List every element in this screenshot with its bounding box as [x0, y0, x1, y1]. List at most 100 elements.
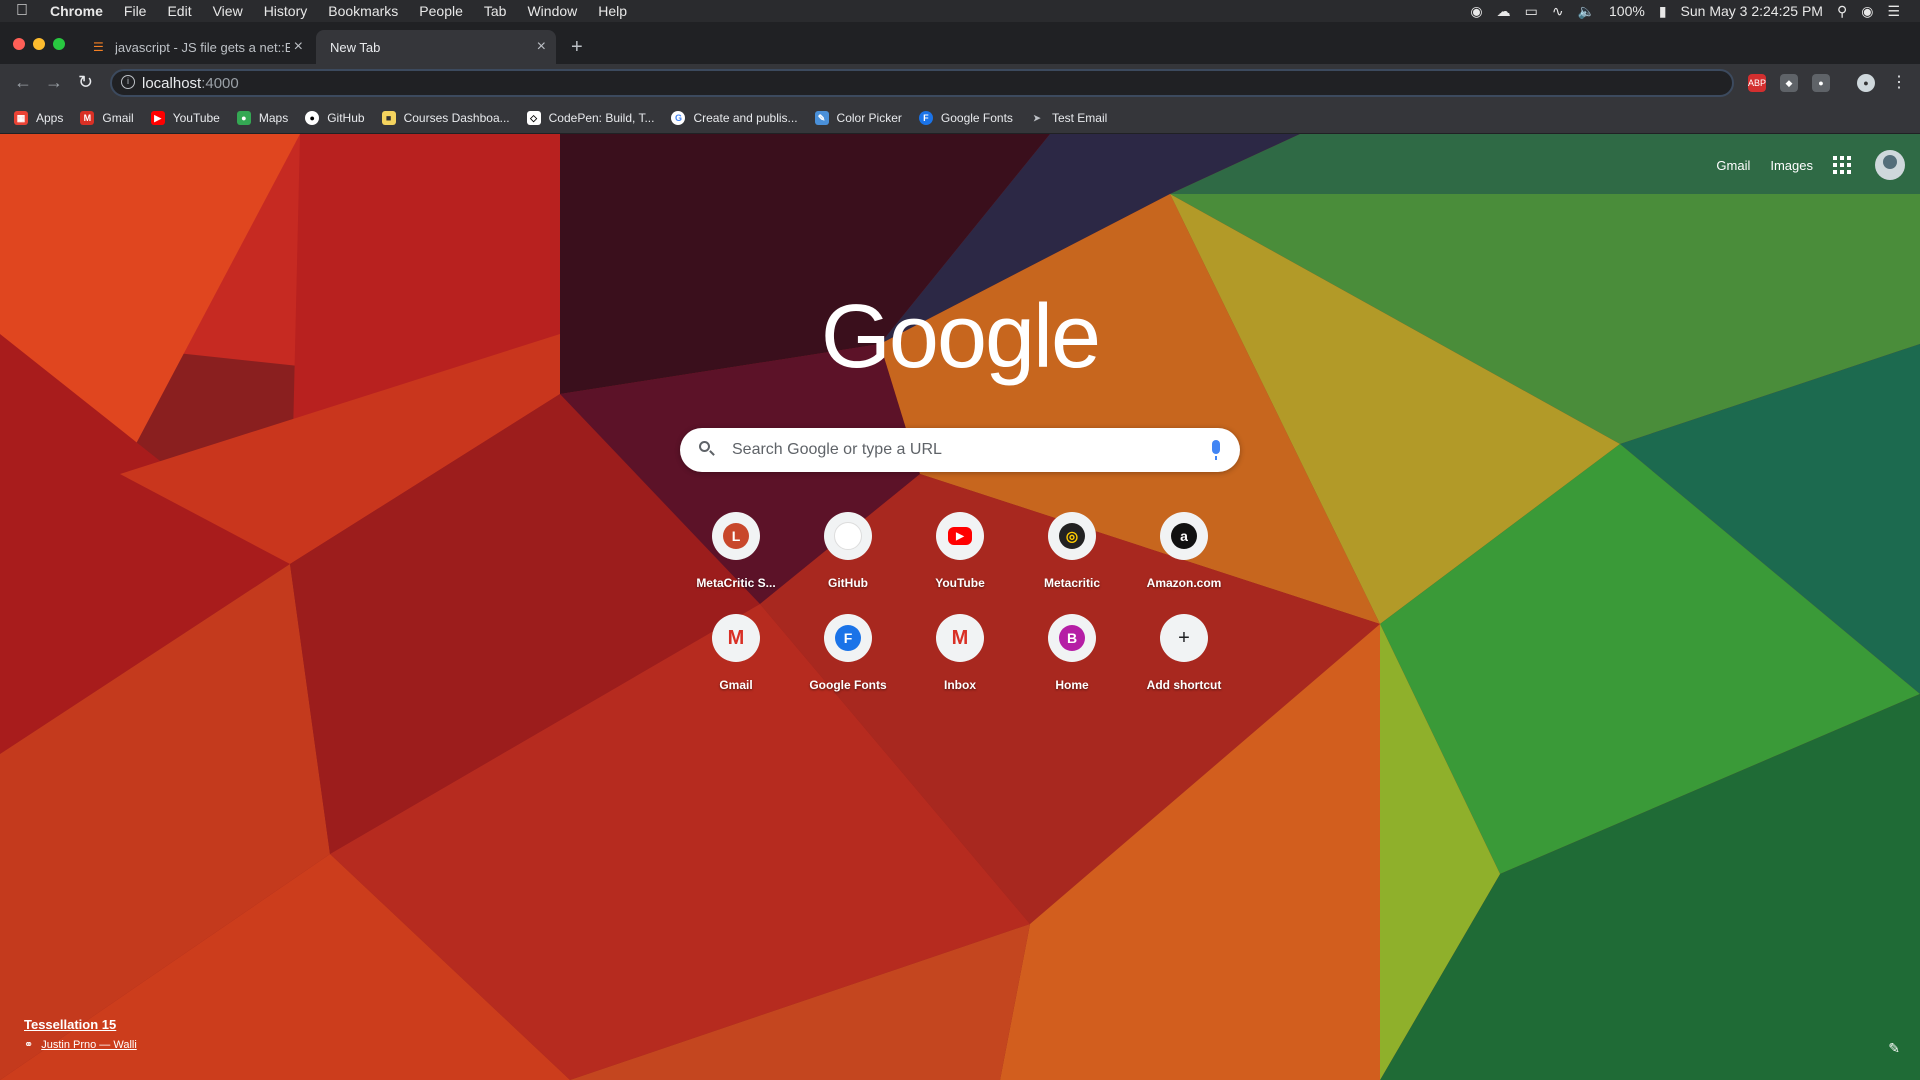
tab-close-icon[interactable]: ×: [537, 38, 546, 56]
shortcut-tile[interactable]: B Home: [1016, 614, 1128, 692]
spotlight-icon[interactable]: ⚲: [1837, 3, 1847, 20]
window-close-button[interactable]: [13, 38, 25, 50]
shortcut-tile[interactable]: ◎ Metacritic: [1016, 512, 1128, 590]
airplay-icon[interactable]: ▭: [1525, 3, 1538, 20]
siri-icon[interactable]: ◉: [1861, 3, 1873, 20]
menu-people[interactable]: People: [419, 3, 463, 19]
battery-percent[interactable]: 100%: [1609, 3, 1645, 19]
menu-view[interactable]: View: [213, 3, 243, 19]
github-icon: ●: [305, 110, 320, 125]
shortcut-tile[interactable]: a Amazon.com: [1128, 512, 1240, 590]
home-favicon-icon: B: [1059, 625, 1085, 651]
shortcut-tile[interactable]: ▶ YouTube: [904, 512, 1016, 590]
record-icon[interactable]: ◉: [1470, 3, 1482, 20]
tab-new-tab[interactable]: New Tab ×: [316, 30, 556, 64]
bookmark-label: Gmail: [102, 110, 134, 125]
tab-javascript[interactable]: ☰ javascript - JS file gets a net::E ×: [83, 30, 313, 64]
notification-center-icon[interactable]: ☰: [1887, 3, 1900, 20]
creative-cloud-icon[interactable]: ☁: [1497, 3, 1511, 20]
background-author-link[interactable]: Justin Prno — Walli: [41, 1039, 137, 1051]
courses-icon: ■: [381, 110, 396, 125]
google-apps-icon[interactable]: [1833, 156, 1851, 174]
metacritic-logo-icon: ◎: [1059, 523, 1085, 549]
bookmark-maps[interactable]: ● Maps: [236, 110, 289, 125]
url-host: localhost: [142, 74, 202, 92]
bookmark-label: Maps: [258, 110, 289, 125]
bookmark-apps[interactable]: ▦ Apps: [14, 110, 64, 125]
google-fonts-icon: F: [918, 110, 933, 125]
metacritic-favicon-icon: L: [723, 523, 749, 549]
tab-title: javascript - JS file gets a net::E: [115, 39, 290, 55]
adblock-plus-icon[interactable]: ABP: [1748, 74, 1766, 92]
github-favicon-icon: [834, 522, 862, 550]
reload-button[interactable]: ↻: [78, 72, 93, 93]
forward-button[interactable]: →: [45, 72, 63, 93]
menu-edit[interactable]: Edit: [167, 3, 191, 19]
shortcut-tile[interactable]: F Google Fonts: [792, 614, 904, 692]
menu-help[interactable]: Help: [598, 3, 627, 19]
clock[interactable]: Sun May 3 2:24:25 PM: [1681, 3, 1823, 19]
bookmark-label: Create and publis...: [693, 110, 798, 125]
menu-bookmarks[interactable]: Bookmarks: [328, 3, 398, 19]
codepen-icon: ◇: [526, 110, 541, 125]
test-email-icon: ➤: [1033, 112, 1041, 123]
customize-pencil-icon[interactable]: ✎: [1888, 1040, 1900, 1057]
bookmark-test-email[interactable]: ➤ Test Email: [1030, 111, 1107, 125]
menu-window[interactable]: Window: [527, 3, 577, 19]
maps-icon: ●: [236, 110, 251, 125]
shortcut-label: GitHub: [828, 576, 868, 590]
volume-icon[interactable]: 🔈: [1578, 3, 1595, 20]
gmail-icon: M: [80, 110, 95, 125]
background-title-link[interactable]: Tessellation 15: [24, 1017, 137, 1032]
images-link[interactable]: Images: [1770, 158, 1813, 173]
bookmark-create-publish[interactable]: G Create and publis...: [671, 110, 798, 125]
bookmark-youtube[interactable]: ▶ YouTube: [150, 110, 220, 125]
account-avatar[interactable]: [1875, 150, 1905, 180]
chrome-menu-icon[interactable]: ⋮: [1890, 74, 1908, 92]
tab-close-icon[interactable]: ×: [294, 38, 303, 56]
menu-tab[interactable]: Tab: [484, 3, 507, 19]
shortcut-tile[interactable]: M Inbox: [904, 614, 1016, 692]
link-icon: ⚭: [24, 1039, 34, 1051]
bookmark-codepen[interactable]: ◇ CodePen: Build, T...: [526, 110, 654, 125]
battery-icon[interactable]: ▮: [1659, 3, 1667, 20]
bookmark-courses[interactable]: ■ Courses Dashboa...: [381, 110, 510, 125]
apple-icon[interactable]: : [16, 2, 28, 20]
gmail-link[interactable]: Gmail: [1716, 158, 1750, 173]
microphone-icon[interactable]: [1212, 440, 1220, 460]
gmail-favicon-icon: M: [727, 626, 745, 649]
shortcut-label: YouTube: [935, 576, 985, 590]
google-fonts-favicon-icon: F: [835, 625, 861, 651]
shield-extension-icon[interactable]: ◆: [1780, 74, 1798, 92]
profile-avatar-icon[interactable]: ●: [1857, 74, 1875, 92]
shortcut-label: Inbox: [944, 678, 976, 692]
address-bar[interactable]: i localhost:4000: [110, 69, 1734, 97]
shortcut-tile[interactable]: M Gmail: [680, 614, 792, 692]
bitmoji-extension-icon[interactable]: ●: [1812, 74, 1830, 92]
shortcut-label: Metacritic: [1043, 576, 1101, 590]
window-zoom-button[interactable]: [53, 38, 65, 50]
back-button[interactable]: ←: [14, 72, 32, 93]
menu-app-name[interactable]: Chrome: [50, 3, 103, 19]
shortcut-tile[interactable]: GitHub: [792, 512, 904, 590]
search-box[interactable]: Search Google or type a URL: [680, 428, 1240, 472]
window-minimize-button[interactable]: [33, 38, 45, 50]
site-info-icon[interactable]: i: [121, 75, 135, 89]
menu-file[interactable]: File: [124, 3, 147, 19]
menu-history[interactable]: History: [264, 3, 308, 19]
bookmark-label: Apps: [36, 110, 64, 125]
bookmark-gmail[interactable]: M Gmail: [80, 110, 134, 125]
shortcut-tile[interactable]: L MetaCritic S...: [680, 512, 792, 590]
shortcut-label: Add shortcut: [1146, 678, 1222, 692]
amazon-favicon-icon: a: [1171, 523, 1197, 549]
bookmark-label: YouTube: [172, 110, 220, 125]
youtube-favicon-icon: ▶: [948, 527, 972, 545]
bookmark-color-picker[interactable]: ✎ Color Picker: [814, 110, 902, 125]
add-shortcut-tile[interactable]: + Add shortcut: [1128, 614, 1240, 692]
bookmark-google-fonts[interactable]: F Google Fonts: [918, 110, 1013, 125]
wifi-icon[interactable]: ∿: [1552, 3, 1564, 20]
search-placeholder: Search Google or type a URL: [732, 441, 942, 458]
shortcut-label: MetaCritic S...: [696, 576, 776, 590]
bookmark-github[interactable]: ● GitHub: [305, 110, 365, 125]
new-tab-button[interactable]: +: [571, 36, 583, 59]
